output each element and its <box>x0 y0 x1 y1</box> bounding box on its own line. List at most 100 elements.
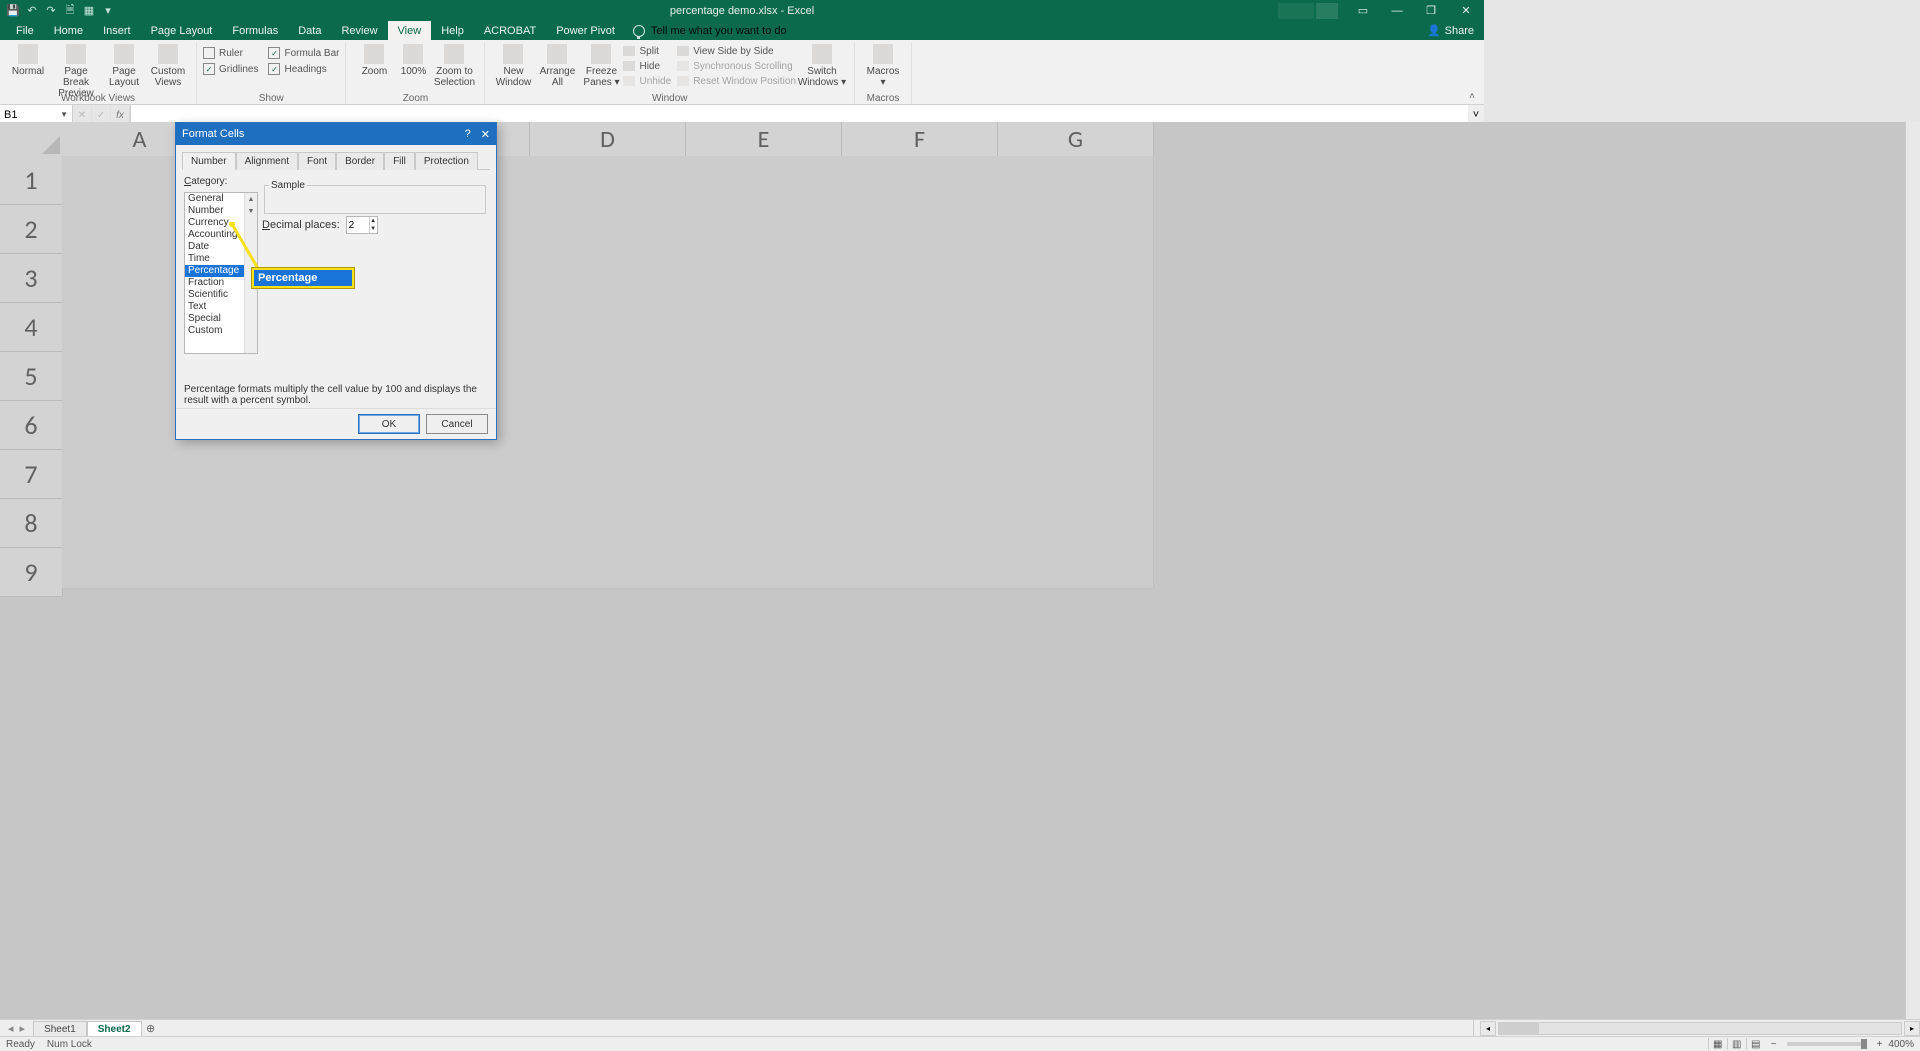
row-header[interactable]: 1 <box>0 156 63 205</box>
hide-button[interactable]: Hide <box>623 59 671 73</box>
ribbon-options-icon[interactable]: ▭ <box>1346 0 1380 21</box>
formula-bar-checkbox[interactable]: Formula Bar <box>268 46 339 60</box>
cell[interactable] <box>217 444 379 493</box>
scroll-left-icon[interactable]: ◂ <box>1480 1021 1496 1036</box>
cell[interactable] <box>372 540 534 589</box>
row-header[interactable]: 2 <box>0 205 63 254</box>
cell[interactable] <box>62 540 224 589</box>
cell[interactable] <box>682 252 844 301</box>
unhide-button[interactable]: Unhide <box>623 74 671 88</box>
switch-windows-button[interactable]: Switch Windows ▾ <box>796 42 848 88</box>
zoom-in-icon[interactable]: + <box>1877 1039 1883 1050</box>
column-header[interactable]: D <box>530 122 686 157</box>
cell[interactable] <box>62 444 224 493</box>
row-header[interactable]: 4 <box>0 303 63 352</box>
arrange-all-button[interactable]: Arrange All <box>535 42 579 88</box>
cell[interactable] <box>682 348 844 397</box>
column-header[interactable]: G <box>998 122 1154 157</box>
tab-page-layout[interactable]: Page Layout <box>141 21 223 40</box>
gridlines-checkbox[interactable]: Gridlines <box>203 62 258 76</box>
tab-insert[interactable]: Insert <box>93 21 141 40</box>
dialog-close-icon[interactable]: ✕ <box>481 128 490 141</box>
collapse-ribbon-icon[interactable]: ˄ <box>1464 91 1480 101</box>
cell[interactable] <box>837 492 999 541</box>
scroll-thumb[interactable] <box>1499 1023 1539 1034</box>
page-layout-button[interactable]: Page Layout <box>102 42 146 88</box>
macros-button[interactable]: Macros ▾ <box>861 42 905 88</box>
cell[interactable] <box>837 300 999 349</box>
zoom-to-selection-button[interactable]: Zoom to Selection <box>430 42 478 88</box>
decimal-places-input[interactable] <box>347 217 369 233</box>
ok-button[interactable]: OK <box>358 414 420 434</box>
cell[interactable] <box>837 348 999 397</box>
normal-view-icon[interactable]: ▦ <box>1708 1038 1727 1050</box>
cell[interactable] <box>372 492 534 541</box>
vertical-scrollbar[interactable] <box>1905 122 1920 1020</box>
sheet-next-icon[interactable]: ▸ <box>20 1022 26 1035</box>
scroll-up-icon[interactable]: ▲ <box>245 193 257 205</box>
cell[interactable] <box>837 204 999 253</box>
split-button[interactable]: Split <box>623 44 671 58</box>
add-sheet-button[interactable]: ⊕ <box>142 1020 160 1037</box>
cell[interactable] <box>837 444 999 493</box>
cell[interactable] <box>527 204 689 253</box>
cell[interactable] <box>837 252 999 301</box>
pagelayout-view-icon[interactable]: ▥ <box>1727 1038 1746 1050</box>
view-side-by-side-button[interactable]: View Side by Side <box>677 44 796 58</box>
zoom-button[interactable]: Zoom <box>352 42 396 77</box>
row-header[interactable]: 5 <box>0 352 63 401</box>
sheet-tab[interactable]: Sheet1 <box>33 1021 87 1037</box>
dialog-titlebar[interactable]: Format Cells ? ✕ <box>176 123 496 145</box>
scroll-right-icon[interactable]: ▸ <box>1904 1021 1920 1036</box>
row-header[interactable]: 6 <box>0 401 63 450</box>
row-header[interactable]: 7 <box>0 450 63 499</box>
cell[interactable] <box>527 348 689 397</box>
cell[interactable] <box>682 204 844 253</box>
custom-views-button[interactable]: Custom Views <box>146 42 190 88</box>
tab-help[interactable]: Help <box>431 21 474 40</box>
row-header[interactable]: 8 <box>0 499 63 548</box>
normal-view-button[interactable]: Normal <box>6 42 50 77</box>
cell[interactable] <box>527 252 689 301</box>
minimize-icon[interactable]: — <box>1380 0 1414 21</box>
chevron-down-icon[interactable]: ▼ <box>60 110 68 119</box>
cell[interactable] <box>682 156 844 205</box>
page-break-preview-button[interactable]: Page Break Preview <box>50 42 102 99</box>
tab-home[interactable]: Home <box>44 21 93 40</box>
dialog-help-icon[interactable]: ? <box>465 128 471 141</box>
cell[interactable] <box>527 540 689 589</box>
tab-data[interactable]: Data <box>288 21 331 40</box>
spin-down-icon[interactable]: ▼ <box>369 225 377 233</box>
dialog-tab[interactable]: Border <box>336 152 384 170</box>
dialog-tab[interactable]: Font <box>298 152 336 170</box>
decimal-places-spinner[interactable]: ▲ ▼ <box>346 216 378 234</box>
spin-up-icon[interactable]: ▲ <box>369 217 377 225</box>
column-header[interactable]: E <box>686 122 842 157</box>
cell[interactable] <box>527 156 689 205</box>
zoom-out-icon[interactable]: − <box>1771 1039 1777 1050</box>
cell[interactable] <box>992 204 1154 253</box>
cell[interactable] <box>62 492 224 541</box>
cell[interactable] <box>992 300 1154 349</box>
cell[interactable] <box>837 156 999 205</box>
tab-review[interactable]: Review <box>331 21 387 40</box>
row-header[interactable]: 3 <box>0 254 63 303</box>
cell[interactable] <box>992 540 1154 589</box>
cell[interactable] <box>837 540 999 589</box>
share-button[interactable]: 👤 Share <box>1427 21 1474 40</box>
ribbon-display-icon[interactable] <box>1316 3 1338 19</box>
cell[interactable] <box>217 540 379 589</box>
tell-me-search[interactable]: Tell me what you want to do <box>633 21 787 40</box>
sheet-prev-icon[interactable]: ◂ <box>8 1022 14 1035</box>
row-header[interactable]: 9 <box>0 548 63 597</box>
account-placeholder[interactable] <box>1278 3 1314 19</box>
tab-formulas[interactable]: Formulas <box>222 21 288 40</box>
cell[interactable] <box>527 396 689 445</box>
cell[interactable] <box>837 396 999 445</box>
tab-view[interactable]: View <box>388 21 432 40</box>
cell[interactable] <box>527 492 689 541</box>
dialog-tab[interactable]: Fill <box>384 152 415 170</box>
cell[interactable] <box>992 396 1154 445</box>
sheet-tab[interactable]: Sheet2 <box>87 1021 142 1037</box>
zoom-100-button[interactable]: 100% <box>396 42 430 77</box>
